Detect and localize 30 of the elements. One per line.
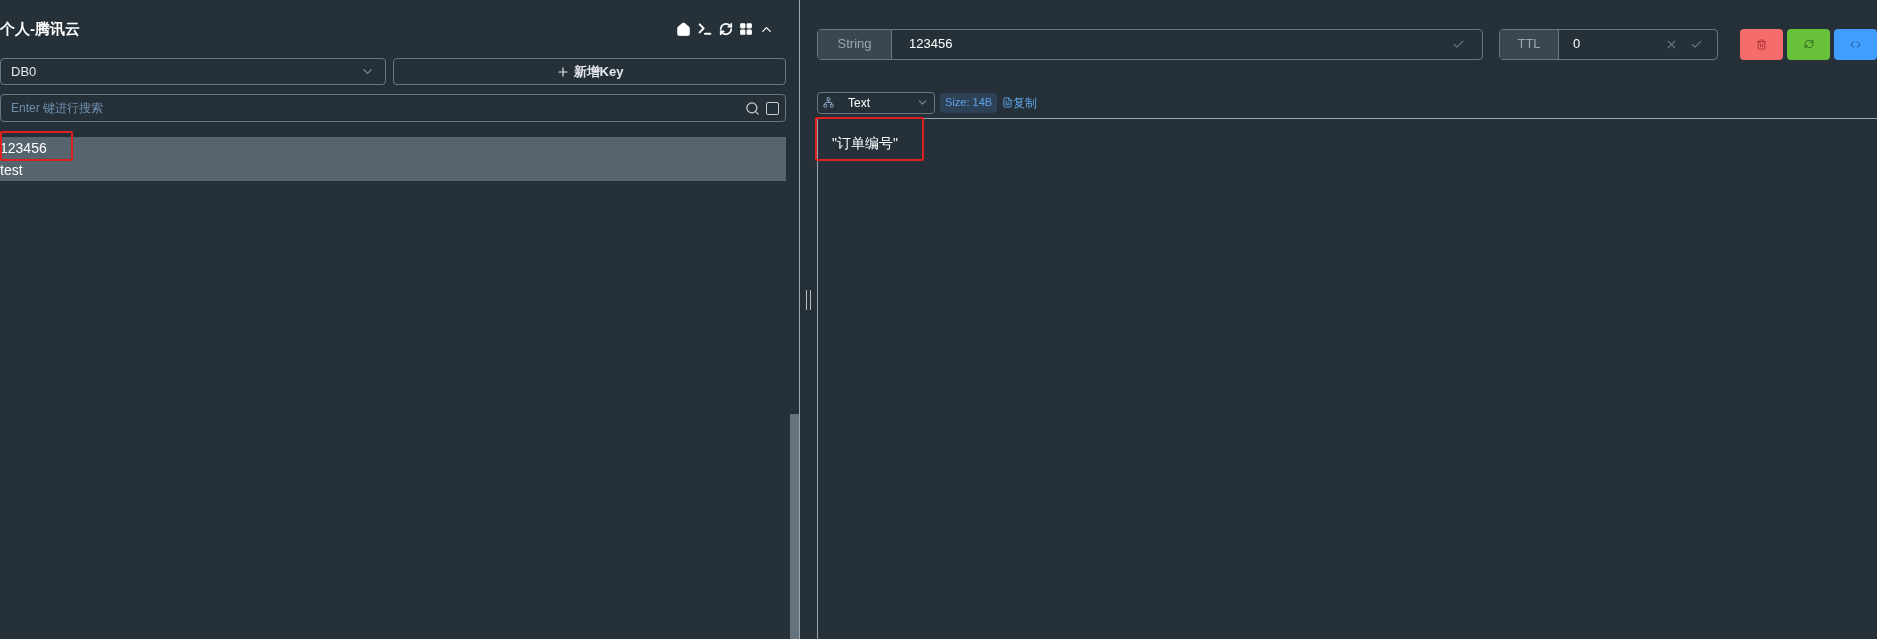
document-icon xyxy=(1002,97,1014,108)
connection-title: 个人-腾讯云 xyxy=(0,18,80,39)
scrollbar-thumb[interactable] xyxy=(790,414,799,639)
key-row[interactable]: test xyxy=(0,159,786,181)
key-name[interactable]: test xyxy=(0,159,23,181)
copy-link[interactable]: 复制 xyxy=(1002,93,1038,112)
delete-button[interactable] xyxy=(1740,28,1783,60)
home-icon[interactable] xyxy=(676,21,691,37)
grid-icon[interactable] xyxy=(739,22,753,36)
search-icon[interactable] xyxy=(745,100,760,116)
value-text: "订单编号" xyxy=(832,135,898,151)
trash-icon xyxy=(1756,38,1767,50)
plus-icon xyxy=(555,64,570,79)
code-icon xyxy=(1850,38,1861,50)
key-row[interactable]: 123456 xyxy=(0,137,786,159)
db-select[interactable]: DB0 xyxy=(0,58,386,85)
key-name[interactable]: 123456 xyxy=(0,137,47,159)
refresh-icon[interactable] xyxy=(719,22,733,36)
search-box[interactable]: Enter 键进行搜索 xyxy=(0,94,786,122)
reload-button[interactable] xyxy=(1787,28,1830,60)
search-field[interactable]: Enter 键进行搜索 xyxy=(11,99,739,117)
new-key-button[interactable]: 新增Key xyxy=(393,58,786,85)
code-button[interactable] xyxy=(1834,28,1877,60)
splitter-handle[interactable] xyxy=(805,289,811,310)
format-select[interactable]: Text xyxy=(817,91,935,114)
hierarchy-icon xyxy=(823,97,834,108)
exact-search-checkbox[interactable] xyxy=(766,101,779,115)
refresh-icon xyxy=(1803,39,1814,49)
terminal-icon[interactable] xyxy=(697,21,713,37)
size-tag: Size: 14B xyxy=(940,92,998,113)
